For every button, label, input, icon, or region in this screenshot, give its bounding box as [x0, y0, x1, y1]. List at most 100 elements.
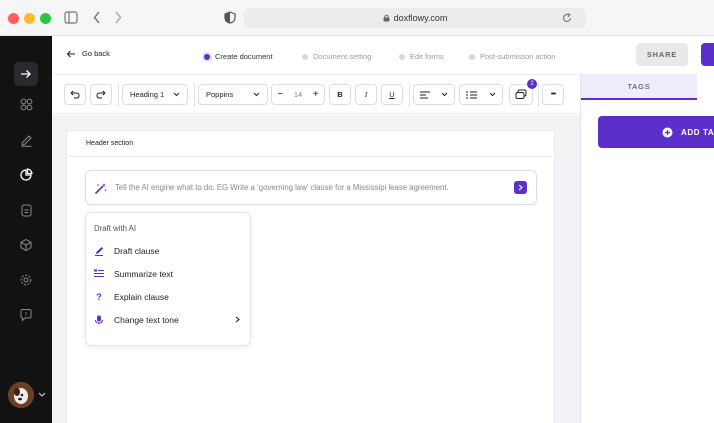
step-indicator	[399, 53, 405, 60]
sidebar-item-dashboard[interactable]	[14, 92, 38, 116]
address-bar[interactable]: doxflowy.com	[244, 8, 586, 28]
chevron-down-icon[interactable]	[38, 392, 46, 398]
forward-arrow-icon[interactable]	[114, 11, 122, 24]
reload-icon[interactable]	[562, 13, 572, 23]
minimize-window-button[interactable]	[24, 13, 35, 24]
sidebar-item-integrations[interactable]	[14, 233, 38, 257]
pen-icon	[95, 246, 103, 256]
align-select[interactable]	[413, 84, 455, 105]
redo-button[interactable]	[90, 84, 112, 105]
sidebar-item-documents[interactable]	[14, 198, 38, 222]
share-button[interactable]: SHARE	[636, 43, 688, 66]
menu-item-label: Change text tone	[114, 314, 179, 325]
header-section-label: Header section	[67, 131, 556, 157]
redo-icon	[96, 90, 106, 99]
question-icon: ?	[96, 291, 102, 302]
tab-tags[interactable]: TAGS	[581, 74, 697, 100]
sidebar-item-editor[interactable]	[14, 128, 38, 152]
document-icon	[21, 204, 31, 216]
list-select[interactable]	[459, 84, 503, 105]
chevron-down-icon	[173, 92, 180, 97]
url-text: doxflowy.com	[393, 13, 448, 23]
underline-button[interactable]: U	[381, 84, 403, 105]
step-label: Post-submisson action	[480, 52, 556, 61]
menu-item-label: Summarize text	[114, 268, 174, 279]
more-options-button[interactable]: •••	[542, 84, 564, 105]
undo-icon	[70, 90, 80, 99]
gear-icon	[20, 274, 32, 286]
lock-icon	[383, 14, 390, 22]
step-indicator	[302, 53, 308, 60]
ai-menu-title: Draft with AI	[94, 224, 137, 233]
toolbar-divider	[194, 83, 195, 107]
ai-prompt-input[interactable]: Tell the AI engine what to do. EG Write …	[85, 170, 537, 205]
menu-item-summarize-text[interactable]: Summarize text	[94, 262, 242, 285]
font-size-value[interactable]: 14	[294, 90, 302, 99]
browser-chrome: doxflowy.com	[0, 0, 714, 36]
avatar-image	[8, 382, 34, 408]
step-create-document[interactable]: Create document	[204, 52, 273, 61]
magic-wand-icon	[94, 183, 107, 195]
list-icon	[94, 269, 104, 277]
sidebar-item-analytics[interactable]	[14, 163, 38, 187]
app-sidebar	[0, 36, 52, 423]
menu-item-explain-clause[interactable]: ? Explain clause	[94, 285, 242, 308]
maximize-window-button[interactable]	[40, 13, 51, 24]
submit-prompt-button[interactable]	[514, 181, 527, 194]
primary-action-button[interactable]	[701, 43, 714, 66]
microphone-icon	[95, 315, 103, 324]
chevron-right-icon	[235, 316, 240, 323]
comments-icon	[515, 89, 527, 99]
ai-actions-menu: Draft with AI Draft clause Summarize tex…	[85, 212, 251, 346]
right-panel: TAGS ADD TAG	[580, 74, 714, 423]
menu-item-change-text-tone[interactable]: Change text tone	[94, 308, 242, 331]
step-label: Document setting	[313, 52, 372, 61]
align-left-icon	[419, 91, 430, 98]
privacy-shield-icon[interactable]	[224, 11, 236, 24]
chat-bubble-icon	[20, 309, 32, 322]
step-label: Create document	[215, 52, 273, 61]
step-edit-forms[interactable]: Edit forms	[399, 52, 444, 61]
chevron-down-icon	[441, 92, 448, 97]
font-select[interactable]: Poppins	[198, 84, 268, 105]
heading-select[interactable]: Heading 1	[122, 84, 188, 105]
numbered-list-icon	[466, 91, 477, 98]
toolbar-divider	[538, 83, 539, 107]
avatar[interactable]	[8, 382, 34, 408]
italic-button[interactable]: I	[355, 84, 377, 105]
toolbar-divider	[409, 83, 410, 107]
decrease-font-size-button[interactable]: −	[277, 89, 283, 100]
sidebar-expand-button[interactable]	[14, 62, 38, 86]
chevron-right-icon	[518, 184, 523, 191]
font-select-value: Poppins	[206, 90, 234, 99]
step-document-setting[interactable]: Document setting	[302, 52, 371, 61]
comment-count-badge: 2	[527, 79, 537, 89]
sidebar-toggle-icon[interactable]	[64, 11, 78, 24]
chevron-down-icon	[489, 92, 496, 97]
undo-button[interactable]	[64, 84, 86, 105]
grid-icon	[20, 98, 32, 110]
sidebar-item-messages[interactable]	[14, 303, 38, 327]
font-size-stepper[interactable]: − 14 +	[271, 84, 325, 105]
increase-font-size-button[interactable]: +	[313, 89, 319, 100]
back-arrow-icon[interactable]	[93, 11, 101, 24]
step-indicator	[469, 53, 475, 60]
add-tag-label: ADD TAG	[681, 127, 714, 137]
menu-item-draft-clause[interactable]: Draft clause	[94, 239, 242, 262]
sidebar-item-settings[interactable]	[14, 268, 38, 292]
formatting-toolbar: Heading 1 Poppins − 14 + B I U 2 •••	[52, 74, 580, 114]
toolbar-divider	[118, 83, 119, 107]
ai-prompt-placeholder: Tell the AI engine what to do. EG Write …	[115, 183, 449, 192]
go-back-label: Go back	[82, 49, 110, 58]
arrow-right-icon	[21, 70, 31, 78]
step-header: Go back Create document Document setting…	[52, 36, 580, 74]
close-window-button[interactable]	[8, 13, 19, 24]
go-back-link[interactable]: Go back	[66, 49, 110, 58]
pie-chart-icon	[20, 168, 33, 181]
plus-circle-icon	[662, 127, 673, 137]
edit-pencil-icon	[20, 134, 32, 147]
menu-item-label: Explain clause	[114, 291, 169, 302]
step-post-submission-action[interactable]: Post-submisson action	[469, 52, 555, 61]
add-tag-button[interactable]: ADD TAG	[598, 116, 714, 148]
bold-button[interactable]: B	[329, 84, 351, 105]
